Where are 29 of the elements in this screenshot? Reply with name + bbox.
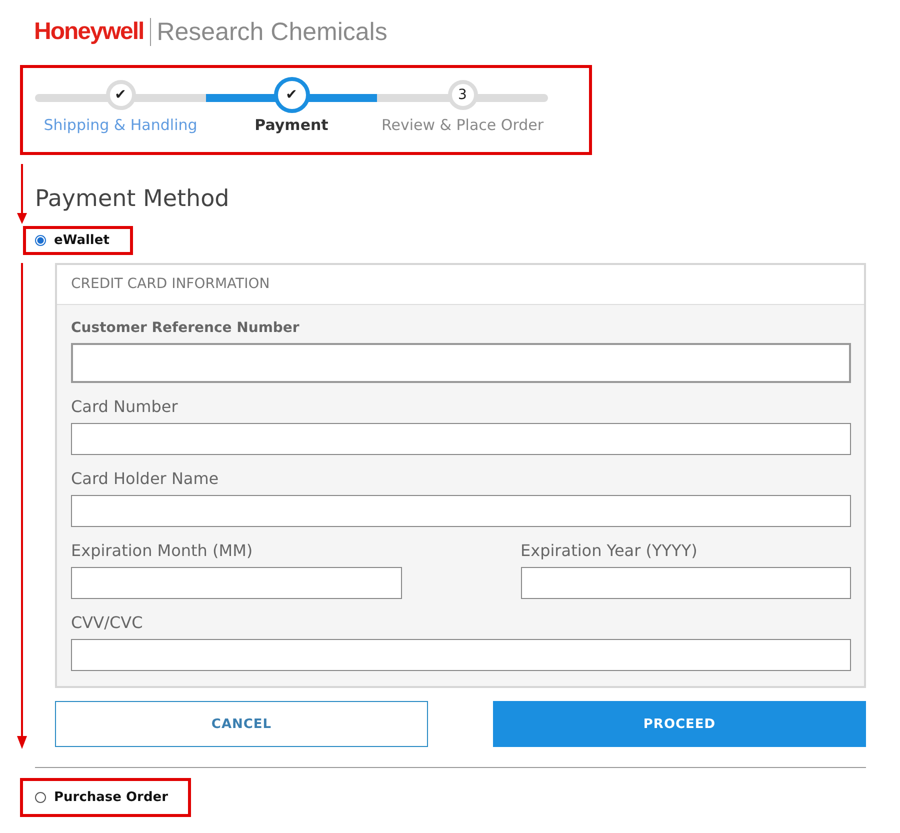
field-label: CVV/CVC bbox=[71, 613, 144, 632]
proceed-button[interactable]: PROCEED bbox=[493, 701, 866, 747]
step-label: Review & Place Order bbox=[381, 116, 544, 134]
product-name: Research Chemicals bbox=[156, 18, 388, 46]
input-field[interactable] bbox=[71, 639, 851, 671]
input-field[interactable] bbox=[520, 567, 851, 599]
step-check-icon: ✔ bbox=[274, 77, 310, 113]
input-field[interactable] bbox=[71, 423, 851, 455]
step-check-icon: ✔ bbox=[106, 80, 136, 110]
cancel-button[interactable]: CANCEL bbox=[55, 701, 428, 747]
radio-button[interactable] bbox=[35, 235, 46, 246]
field-label: Card Number bbox=[71, 397, 179, 416]
step-number: 3 bbox=[448, 80, 478, 110]
logo: Honeywell bbox=[34, 18, 144, 46]
field-label: Card Holder Name bbox=[71, 469, 220, 488]
field-label: Customer Reference Number bbox=[71, 320, 300, 336]
field-label: Expiration Year (YYYY) bbox=[520, 541, 698, 560]
field-label: Expiration Month (MM) bbox=[71, 541, 254, 560]
radio-button[interactable] bbox=[35, 792, 46, 803]
input-field[interactable] bbox=[71, 343, 851, 383]
section-heading: Payment Method bbox=[35, 186, 230, 212]
step-label: Payment bbox=[254, 116, 328, 134]
input-field[interactable] bbox=[71, 567, 402, 599]
input-field[interactable] bbox=[71, 495, 851, 527]
panel-title: CREDIT CARD INFORMATION bbox=[57, 265, 864, 305]
ewallet-radio[interactable]: eWallet bbox=[23, 226, 133, 255]
annotation-arrow bbox=[17, 164, 27, 224]
purchase-order-radio[interactable]: Purchase Order bbox=[20, 778, 191, 817]
step-label[interactable]: Shipping & Handling bbox=[44, 116, 198, 134]
